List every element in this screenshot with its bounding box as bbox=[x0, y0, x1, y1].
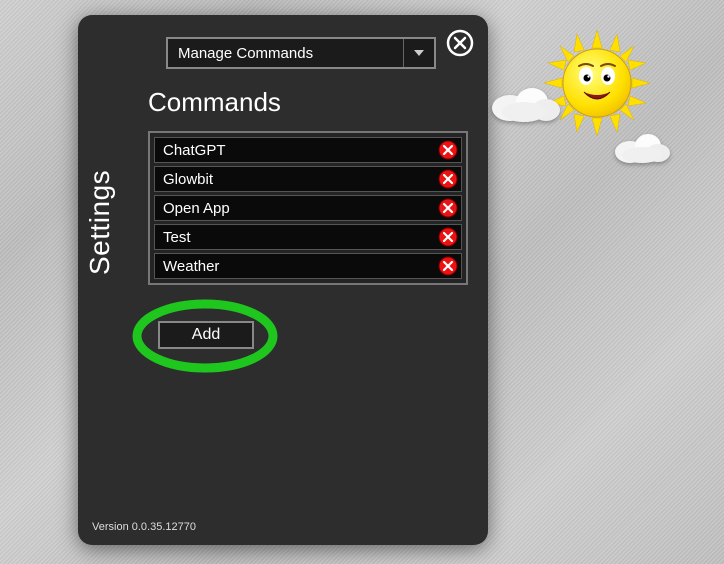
command-name: Weather bbox=[155, 258, 437, 275]
delete-button[interactable] bbox=[437, 226, 459, 248]
delete-icon bbox=[438, 198, 458, 218]
delete-button[interactable] bbox=[437, 197, 459, 219]
cloud-icon bbox=[488, 80, 566, 122]
delete-icon bbox=[438, 227, 458, 247]
add-button[interactable]: Add bbox=[158, 321, 254, 349]
chevron-down-icon bbox=[403, 39, 434, 67]
delete-icon bbox=[438, 140, 458, 160]
close-icon bbox=[446, 44, 474, 61]
delete-button[interactable] bbox=[437, 255, 459, 277]
command-name: Test bbox=[155, 229, 437, 246]
commands-list: ChatGPT Glowbit Open App bbox=[148, 131, 468, 285]
list-item[interactable]: Test bbox=[154, 224, 462, 250]
close-button[interactable] bbox=[446, 29, 474, 57]
command-name: Open App bbox=[155, 200, 437, 217]
command-name: Glowbit bbox=[155, 171, 437, 188]
list-item[interactable]: Weather bbox=[154, 253, 462, 279]
sidebar-title: Settings bbox=[84, 170, 116, 275]
command-name: ChatGPT bbox=[155, 142, 437, 159]
section-title: Commands bbox=[148, 87, 281, 118]
mode-dropdown[interactable]: Manage Commands bbox=[166, 37, 436, 69]
dropdown-selected-label: Manage Commands bbox=[168, 39, 403, 67]
delete-button[interactable] bbox=[437, 139, 459, 161]
list-item[interactable]: ChatGPT bbox=[154, 137, 462, 163]
delete-icon bbox=[438, 256, 458, 276]
add-button-label: Add bbox=[192, 326, 220, 344]
delete-icon bbox=[438, 169, 458, 189]
cloud-icon bbox=[610, 128, 674, 164]
list-item[interactable]: Open App bbox=[154, 195, 462, 221]
delete-button[interactable] bbox=[437, 168, 459, 190]
list-item[interactable]: Glowbit bbox=[154, 166, 462, 192]
settings-panel: Manage Commands Settings Commands ChatGP… bbox=[78, 15, 488, 545]
version-text: Version 0.0.35.12770 bbox=[92, 521, 196, 533]
